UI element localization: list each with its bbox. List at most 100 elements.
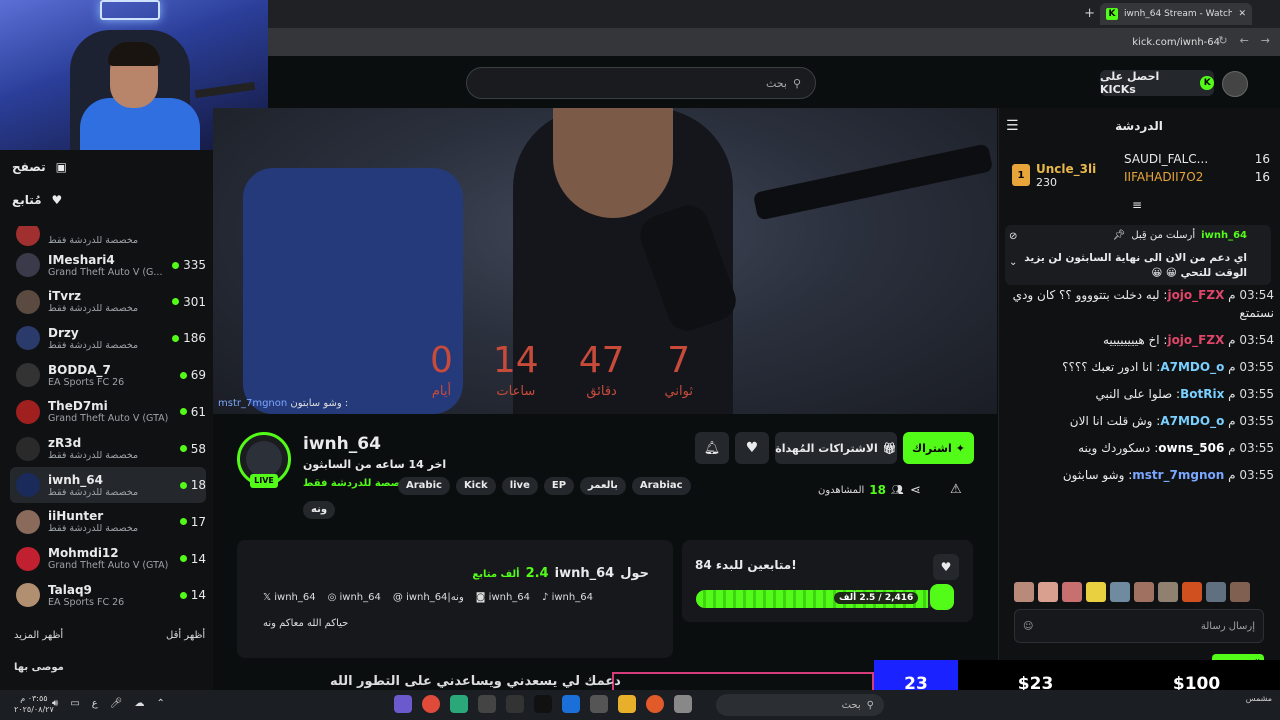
chat-message[interactable]: 03:54 م jojo_FZX: ليه دخلت بتتوووو ؟؟ كا… [1012, 286, 1274, 322]
cloud-icon[interactable]: ☁ [134, 698, 144, 709]
taskbar-clock[interactable]: ٠٣:٥٥ م ٢٠٢٥/٠٨/٢٧ [14, 693, 54, 715]
sidebar-following[interactable]: ♥ مُتابع [12, 193, 212, 207]
emoji-icon[interactable]: ☺ [1023, 621, 1033, 632]
tiktok-app-icon[interactable] [534, 695, 552, 713]
app-icon[interactable] [450, 695, 468, 713]
sidebar-channel[interactable]: Drzy مخصصة للدردشة فقط 186 [10, 320, 206, 356]
emote[interactable] [1230, 582, 1250, 602]
message-user[interactable]: mstr_7mgnon [1132, 468, 1224, 482]
sidebar-channel[interactable]: iiHunter مخصصة للدردشة فقط 17 [10, 504, 206, 540]
browser-tab[interactable]: K iwnh_64 Stream - Watch Live o ✕ [1100, 3, 1252, 25]
x-link[interactable]: 𝕏 iwnh_64 [263, 592, 316, 603]
emote[interactable] [1062, 582, 1082, 602]
message-user[interactable]: BotRix [1180, 387, 1224, 401]
tag[interactable]: Arabic [398, 477, 450, 495]
chat-input[interactable]: إرسال رسالة ☺ [1014, 609, 1264, 643]
chat-message[interactable]: 03:55 م A7MDO_o: وش قلت انا الان [1012, 412, 1274, 430]
sidebar-channel[interactable]: TheD7mi Grand Theft Auto V (GTA) 61 [10, 394, 206, 430]
search-input[interactable]: بحث ⚲ [466, 67, 816, 99]
partial-channel[interactable]: مخصصة للدردشة فقط [16, 226, 212, 246]
chevron-down-icon[interactable]: ⌄ [1009, 257, 1017, 268]
tag[interactable]: EP [543, 477, 575, 495]
tag[interactable]: live [501, 477, 538, 495]
sidebar-browse[interactable]: ▣ تصفح [12, 160, 212, 174]
chat-message[interactable]: 03:55 م BotRix: صلوا على النبي [1012, 385, 1274, 403]
collapse-chat-icon[interactable]: ☰ [1006, 118, 1019, 134]
mic-icon[interactable]: 🎤︎ [110, 698, 123, 709]
volume-icon[interactable]: 🔊︎ [52, 698, 58, 709]
address-bar[interactable]: kick.com/iwnh-64 [268, 28, 1280, 56]
channel-info: Drzy مخصصة للدردشة فقط [48, 326, 164, 351]
emote[interactable] [1158, 582, 1178, 602]
taskbar-search[interactable]: بحث ⚲ [716, 694, 884, 716]
notification-button[interactable]: 🔔︎ [695, 432, 729, 464]
app-icon[interactable] [478, 695, 496, 713]
gift-subs-button[interactable]: الاشتراكات المُهداة 🎁︎ [775, 432, 897, 464]
threads-link[interactable]: @ iwnh_64|ونه [393, 592, 464, 603]
tag[interactable]: ونه [303, 501, 336, 519]
chat-message[interactable]: 03:55 م mstr_7mgnon: وشو سابثون [1012, 466, 1274, 484]
chat-message[interactable]: 03:55 م A7MDO_o: انا ادور تعبك ؟؟؟؟ [1012, 358, 1274, 376]
network-icon[interactable]: ▭ [70, 698, 79, 709]
instagram-link[interactable]: ◎ iwnh_64 [328, 592, 381, 603]
sidebar-channel[interactable]: IMeshari4 Grand Theft Auto V (G... 335 [10, 247, 206, 283]
goal-follow-button[interactable]: ♥ [933, 554, 959, 580]
sidebar-channel[interactable]: Talaq9 EA Sports FC 26 14 [10, 577, 206, 613]
tag[interactable]: Arabiac [631, 477, 691, 495]
sidebar-channel[interactable]: Mohmdi12 Grand Theft Auto V (GTA) 14 [10, 541, 206, 577]
expand-leaderboard-icon[interactable]: ≡ [1132, 198, 1142, 212]
folder-app-icon[interactable] [618, 695, 636, 713]
subscribe-button[interactable]: اشتراك ✦ [903, 432, 974, 464]
user-avatar[interactable] [1222, 71, 1248, 97]
emote[interactable] [1206, 582, 1226, 602]
tag[interactable]: بالعمر [580, 477, 626, 495]
message-user[interactable]: owns_506 [1158, 441, 1224, 455]
tag[interactable]: Kick [455, 477, 496, 495]
outlook-app-icon[interactable] [562, 695, 580, 713]
message-user[interactable]: jojo_FZX [1167, 288, 1224, 302]
share-icon[interactable]: ⋖ [910, 483, 921, 498]
sidebar-channel[interactable]: zR3d مخصصة للدردشة فقط 58 [10, 431, 206, 467]
channel-info: Talaq9 EA Sports FC 26 [48, 583, 172, 608]
viewer-number: 17 [190, 514, 206, 529]
emote[interactable] [1182, 582, 1202, 602]
weather-widget[interactable]: مشمس [1246, 694, 1272, 703]
tiktok-link[interactable]: ♪ iwnh_64 [542, 592, 593, 603]
new-tab-button[interactable]: + [1084, 6, 1095, 21]
emote[interactable] [1110, 582, 1130, 602]
chevron-up-icon[interactable]: ⌃ [156, 698, 164, 709]
sidebar-channel[interactable]: iwnh_64 مخصصة للدردشة فقط 18 [10, 467, 206, 504]
emote[interactable] [1086, 582, 1106, 602]
video-chat-text: وشو سابتون : [290, 398, 349, 409]
discord-link[interactable]: ◙ iwnh_64 [476, 592, 530, 603]
close-tab-icon[interactable]: ✕ [1238, 9, 1246, 19]
show-more-link[interactable]: أظهر المزيد [14, 630, 63, 641]
message-user[interactable]: jojo_FZX [1167, 333, 1224, 347]
forward-icon[interactable]: → [1261, 34, 1270, 47]
app-icon[interactable] [646, 695, 664, 713]
channel-category: مخصصة للدردشة فقط [48, 523, 139, 535]
back-icon[interactable]: ← [1240, 34, 1249, 47]
store-app-icon[interactable] [590, 695, 608, 713]
message-user[interactable]: A7MDO_o [1160, 360, 1224, 374]
report-icon[interactable]: ⚠ [950, 482, 962, 497]
message-user[interactable]: A7MDO_o [1160, 414, 1224, 428]
emote[interactable] [1134, 582, 1154, 602]
chat-message[interactable]: 03:55 م owns_506: دسكوردك وينه [1012, 439, 1274, 457]
emote[interactable] [1014, 582, 1034, 602]
chrome-app-icon[interactable] [422, 695, 440, 713]
chat-message[interactable]: 03:54 م jojo_FZX: اخ هييييييييه [1012, 331, 1274, 349]
keyboard-lang-icon[interactable]: ع [92, 698, 98, 709]
sidebar-channel[interactable]: iTvrz مخصصة للدردشة فقط 301 [10, 284, 206, 320]
app-icon[interactable] [506, 695, 524, 713]
unpin-icon[interactable]: ⊘ [1009, 231, 1017, 242]
sidebar-channel[interactable]: BODDA_7 EA Sports FC 26 69 [10, 357, 206, 393]
app-icon[interactable] [674, 695, 692, 713]
streamer-name[interactable]: iwnh_64 [303, 434, 381, 454]
get-kicks-button[interactable]: احصل على KICKs K [1100, 70, 1214, 96]
follow-button[interactable]: ♥ [735, 432, 769, 464]
show-less-link[interactable]: أظهر أقل [166, 630, 205, 641]
emote[interactable] [1038, 582, 1058, 602]
reload-icon[interactable]: ↻ [1218, 34, 1227, 47]
discord-app-icon[interactable] [394, 695, 412, 713]
